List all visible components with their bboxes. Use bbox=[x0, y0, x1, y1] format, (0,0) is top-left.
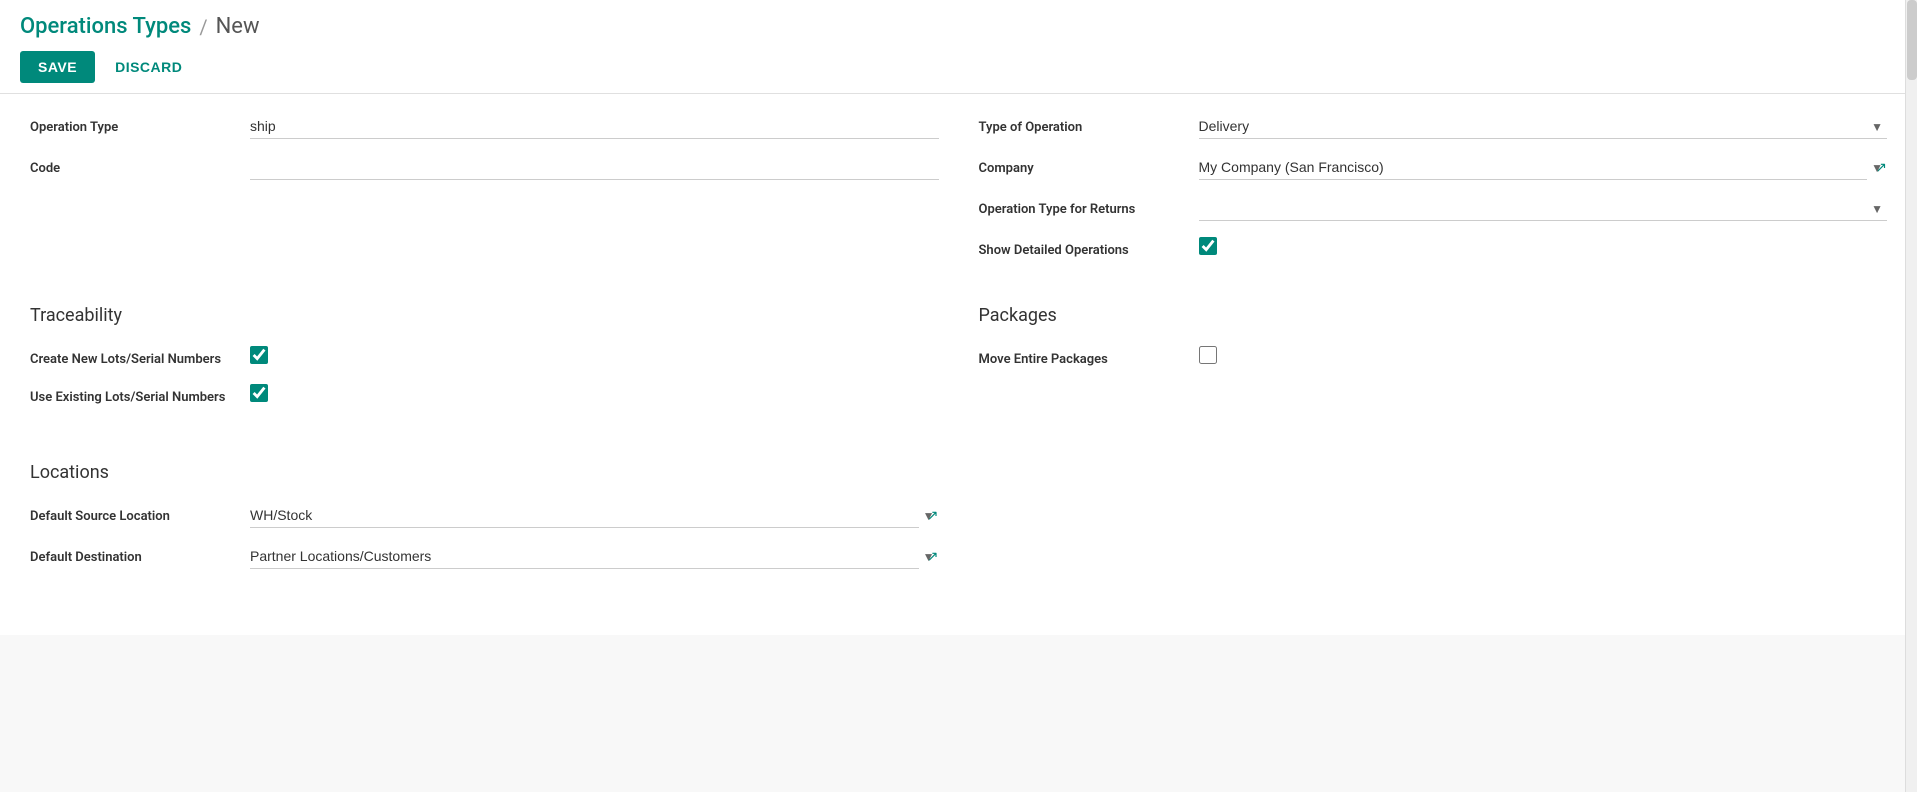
use-existing-label: Use Existing Lots/Serial Numbers bbox=[30, 384, 250, 405]
op-type-returns-select[interactable] bbox=[1199, 196, 1888, 221]
show-detailed-checkbox[interactable] bbox=[1199, 237, 1217, 255]
operation-type-input[interactable] bbox=[250, 114, 939, 139]
company-external-link-icon[interactable]: ↗ bbox=[1875, 160, 1887, 176]
locations-col: Locations Default Source Location WH/Sto… bbox=[30, 452, 939, 585]
type-of-operation-value: Delivery Receipt Transfer ▼ bbox=[1199, 114, 1888, 139]
show-detailed-value bbox=[1199, 237, 1888, 259]
breadcrumb-separator: / bbox=[199, 15, 207, 39]
right-form-col: Type of Operation Delivery Receipt Trans… bbox=[979, 114, 1888, 275]
type-of-operation-row: Type of Operation Delivery Receipt Trans… bbox=[979, 114, 1888, 139]
move-entire-label: Move Entire Packages bbox=[979, 346, 1199, 367]
save-button[interactable]: SAVE bbox=[20, 51, 95, 83]
company-label: Company bbox=[979, 155, 1199, 176]
middle-section: Traceability Create New Lots/Serial Numb… bbox=[30, 295, 1887, 422]
default-source-row: Default Source Location WH/Stock ▼ ↗ bbox=[30, 503, 939, 528]
breadcrumb-link[interactable]: Operations Types bbox=[20, 14, 191, 39]
top-form-section: Operation Type Code Type of Operation bbox=[30, 114, 1887, 275]
move-entire-checkbox[interactable] bbox=[1199, 346, 1217, 364]
op-type-returns-label: Operation Type for Returns bbox=[979, 196, 1199, 217]
traceability-section: Traceability Create New Lots/Serial Numb… bbox=[30, 295, 939, 422]
default-dest-row: Default Destination Partner Locations/Cu… bbox=[30, 544, 939, 569]
operation-type-label: Operation Type bbox=[30, 114, 250, 135]
breadcrumb-current: New bbox=[216, 14, 260, 39]
code-value bbox=[250, 155, 939, 180]
company-row: Company My Company (San Francisco) ▼ ↗ bbox=[979, 155, 1888, 180]
locations-right-col bbox=[979, 452, 1888, 585]
type-of-operation-select[interactable]: Delivery Receipt Transfer bbox=[1199, 114, 1888, 139]
company-value: My Company (San Francisco) ▼ ↗ bbox=[1199, 155, 1888, 180]
packages-section: Packages Move Entire Packages bbox=[979, 295, 1888, 422]
show-detailed-label: Show Detailed Operations bbox=[979, 237, 1199, 258]
breadcrumb: Operations Types / New bbox=[20, 14, 1897, 39]
main-content: Operation Type Code Type of Operation bbox=[0, 94, 1917, 635]
create-lots-label: Create New Lots/Serial Numbers bbox=[30, 346, 250, 367]
scrollbar-thumb[interactable] bbox=[1907, 0, 1917, 80]
op-type-returns-row: Operation Type for Returns ▼ bbox=[979, 196, 1888, 221]
default-source-external-link-icon[interactable]: ↗ bbox=[927, 508, 939, 524]
operation-type-row: Operation Type bbox=[30, 114, 939, 139]
create-lots-checkbox[interactable] bbox=[250, 346, 268, 364]
default-dest-label: Default Destination bbox=[30, 544, 250, 565]
default-source-label: Default Source Location bbox=[30, 503, 250, 524]
default-dest-select[interactable]: Partner Locations/Customers bbox=[250, 544, 919, 569]
code-row: Code bbox=[30, 155, 939, 180]
locations-title: Locations bbox=[30, 462, 939, 483]
packages-title: Packages bbox=[979, 305, 1888, 326]
move-entire-row: Move Entire Packages bbox=[979, 346, 1888, 368]
page-header: Operations Types / New SAVE DISCARD bbox=[0, 0, 1917, 94]
left-form-col: Operation Type Code bbox=[30, 114, 939, 275]
operation-type-value bbox=[250, 114, 939, 139]
show-detailed-row: Show Detailed Operations bbox=[979, 237, 1888, 259]
default-dest-external-link-icon[interactable]: ↗ bbox=[927, 549, 939, 565]
op-type-returns-value: ▼ bbox=[1199, 196, 1888, 221]
traceability-title: Traceability bbox=[30, 305, 939, 326]
locations-section: Locations Default Source Location WH/Sto… bbox=[30, 452, 1887, 585]
scrollbar-track[interactable] bbox=[1905, 0, 1917, 792]
type-of-operation-label: Type of Operation bbox=[979, 114, 1199, 135]
use-existing-row: Use Existing Lots/Serial Numbers bbox=[30, 384, 939, 406]
discard-button[interactable]: DISCARD bbox=[107, 51, 190, 83]
code-input[interactable] bbox=[250, 155, 939, 180]
company-select[interactable]: My Company (San Francisco) bbox=[1199, 155, 1868, 180]
action-bar: SAVE DISCARD bbox=[20, 51, 1897, 93]
default-source-select[interactable]: WH/Stock bbox=[250, 503, 919, 528]
create-lots-row: Create New Lots/Serial Numbers bbox=[30, 346, 939, 368]
use-existing-checkbox[interactable] bbox=[250, 384, 268, 402]
code-label: Code bbox=[30, 155, 250, 176]
